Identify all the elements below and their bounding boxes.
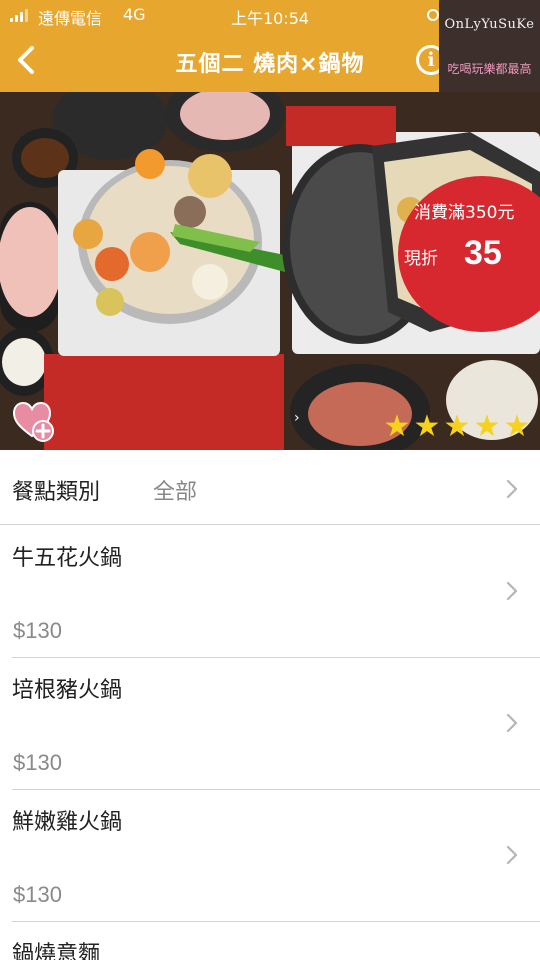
star-icon: ★	[413, 409, 441, 444]
menu-item-price: $130	[13, 882, 62, 907]
menu-item-name: 鍋燒意麵	[12, 942, 101, 960]
divider	[0, 524, 540, 525]
hero-photo[interactable]: 消費滿350元 現折 35	[0, 92, 540, 450]
menu-item[interactable]: 鍋燒意麵	[0, 922, 540, 960]
add-favorite-button[interactable]	[12, 400, 56, 444]
promo-discount-label: 現折	[404, 249, 438, 269]
chevron-right-icon	[505, 479, 519, 499]
menu-item-price: $130	[13, 618, 62, 643]
chevron-right-icon	[505, 713, 519, 733]
watermark-line1: OnLyYuSuKe	[444, 17, 535, 32]
star-icon: ★	[443, 409, 471, 444]
chevron-right-icon	[505, 581, 519, 601]
chevron-right-icon	[505, 845, 519, 865]
menu-item-name: 培根豬火鍋	[12, 678, 123, 703]
star-icon: ★	[383, 409, 411, 444]
category-selector[interactable]: 餐點類別 全部	[0, 450, 540, 525]
rating-stars: ★ ★ ★ ★ ★	[382, 412, 532, 442]
app-header: 遠傳電信 4G 上午10:54 五個二 燒肉×鍋物 i OnLyYuSuKe 吃…	[0, 0, 540, 92]
menu-item-price: $130	[13, 750, 62, 775]
menu-item[interactable]: 牛五花火鍋 $130	[0, 526, 540, 658]
photo-next-icon[interactable]: ›	[294, 410, 300, 426]
heart-plus-icon	[12, 401, 54, 442]
star-icon: ★	[473, 409, 501, 444]
menu-item-name: 鮮嫩雞火鍋	[12, 810, 123, 835]
watermark-line2: 吃喝玩樂都最高	[447, 62, 532, 76]
promo-condition: 消費滿350元	[414, 203, 515, 223]
menu-item-name: 牛五花火鍋	[12, 546, 123, 571]
info-icon: i	[427, 49, 435, 71]
location-icon	[427, 9, 439, 21]
star-icon: ★	[503, 409, 531, 444]
menu-item[interactable]: 鮮嫩雞火鍋 $130	[0, 790, 540, 922]
menu-item[interactable]: 培根豬火鍋 $130	[0, 658, 540, 790]
category-value: 全部	[153, 480, 198, 505]
promo-discount-value: 35	[464, 234, 502, 272]
category-label: 餐點類別	[12, 480, 101, 505]
watermark: OnLyYuSuKe 吃喝玩樂都最高	[439, 0, 540, 92]
